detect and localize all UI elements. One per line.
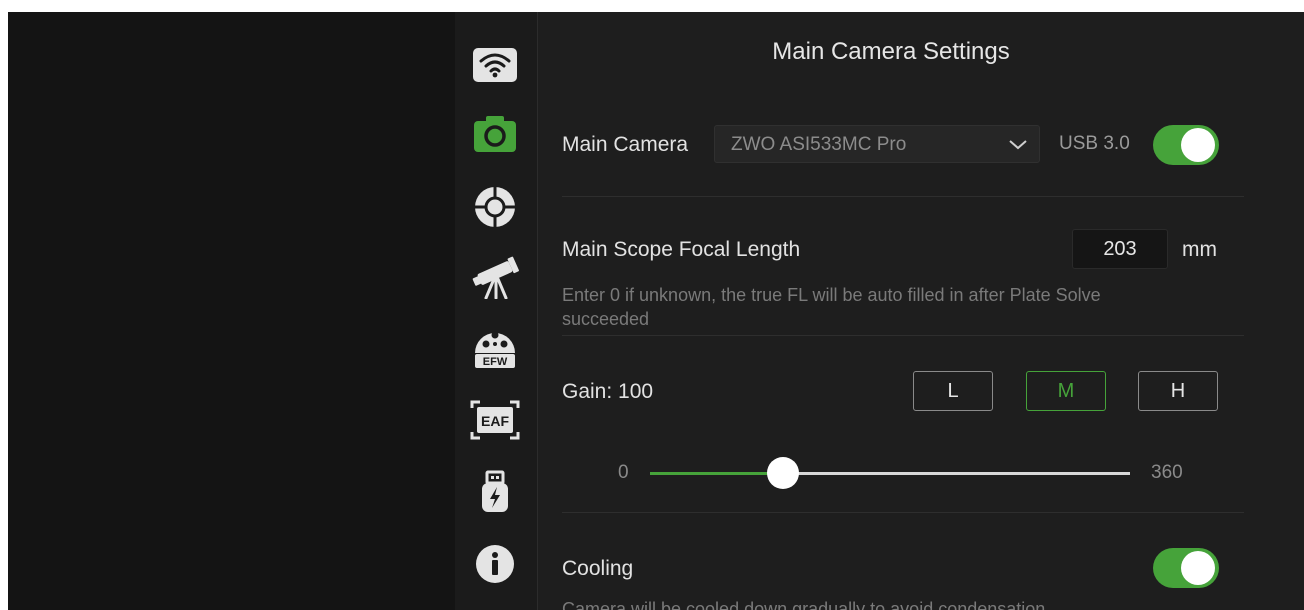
camera-icon[interactable] xyxy=(470,112,520,156)
guide-crosshair-icon[interactable] xyxy=(470,185,520,229)
cooling-toggle-knob xyxy=(1181,551,1215,585)
gain-slider-thumb[interactable] xyxy=(767,457,800,489)
focuser-icon[interactable]: EAF xyxy=(470,398,520,442)
gain-slider-fill xyxy=(650,472,784,475)
app-window: EFW EAF Main Camera Settings Main Camera… xyxy=(8,12,1304,610)
gain-preset-high-button[interactable]: H xyxy=(1138,371,1218,411)
gain-preset-low-button[interactable]: L xyxy=(913,371,993,411)
focal-length-hint: Enter 0 if unknown, the true FL will be … xyxy=(562,285,1101,329)
camera-settings-panel: Main Camera Settings Main Camera ZWO ASI… xyxy=(538,12,1304,610)
settings-sidebar: EFW EAF xyxy=(455,12,538,610)
efw-label: EFW xyxy=(483,356,508,368)
cooling-toggle[interactable] xyxy=(1153,548,1219,588)
gain-preset-medium-button[interactable]: M xyxy=(1026,371,1106,411)
page-title: Main Camera Settings xyxy=(772,38,1010,65)
usb-mode-label: USB 3.0 xyxy=(1059,133,1130,154)
chevron-down-icon xyxy=(1009,140,1027,150)
gain-slider[interactable] xyxy=(650,457,1130,489)
divider xyxy=(562,196,1244,197)
cooling-hint: Camera will be cooled down gradually to … xyxy=(562,599,1046,610)
usb3-toggle-knob xyxy=(1181,128,1215,162)
main-camera-selected: ZWO ASI533MC Pro xyxy=(731,134,907,155)
telescope-icon[interactable] xyxy=(470,255,520,299)
gain-slider-max: 360 xyxy=(1151,462,1183,483)
cooling-label: Cooling xyxy=(562,557,634,580)
main-camera-label: Main Camera xyxy=(562,133,689,156)
wifi-icon[interactable] xyxy=(470,43,520,87)
focal-length-label: Main Scope Focal Length xyxy=(562,238,801,261)
gain-label: Gain: 100 xyxy=(562,380,654,403)
filter-wheel-icon[interactable]: EFW xyxy=(470,325,520,369)
focal-length-input[interactable]: 203 xyxy=(1072,229,1168,269)
camera-preview-area xyxy=(8,12,455,610)
info-icon[interactable] xyxy=(470,542,520,586)
usb-power-icon[interactable] xyxy=(470,470,520,514)
gain-slider-min: 0 xyxy=(618,462,629,483)
divider xyxy=(562,335,1244,336)
usb3-toggle[interactable] xyxy=(1153,125,1219,165)
eaf-label: EAF xyxy=(481,413,509,429)
main-camera-select[interactable]: ZWO ASI533MC Pro xyxy=(714,125,1040,163)
focal-length-unit: mm xyxy=(1182,238,1217,261)
divider xyxy=(562,512,1244,513)
